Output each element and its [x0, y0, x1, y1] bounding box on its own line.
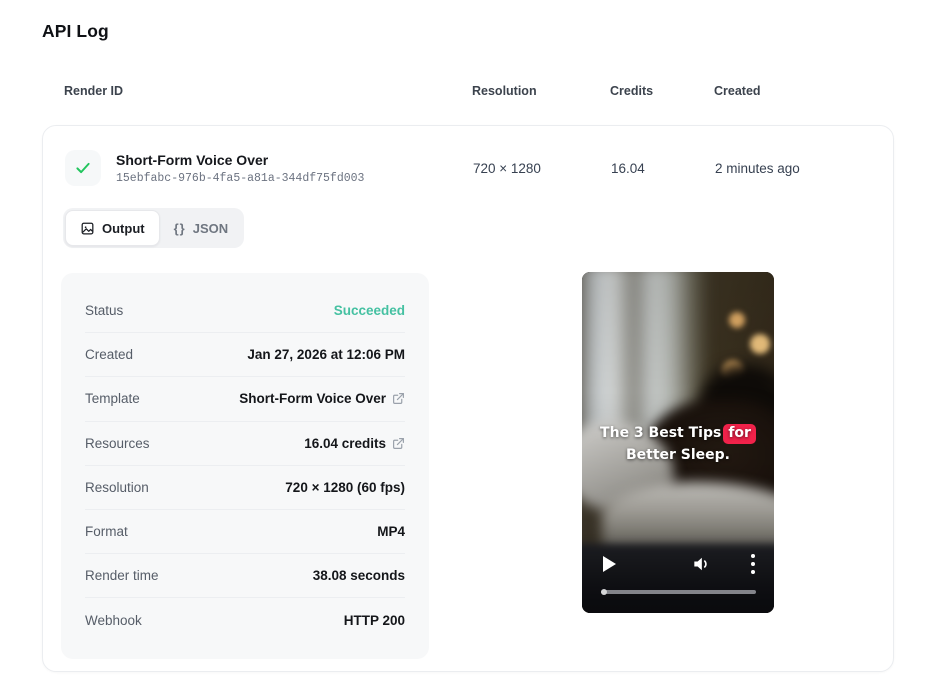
- detail-label: Template: [85, 391, 140, 407]
- col-header-credits: Credits: [610, 84, 654, 98]
- detail-row-template: Template Short-Form Voice Over: [85, 377, 405, 422]
- status-badge: Succeeded: [333, 303, 405, 319]
- page-title: API Log: [42, 21, 109, 41]
- more-options-icon[interactable]: [750, 554, 756, 574]
- cell-resolution: 720 × 1280: [473, 160, 541, 176]
- detail-label: Webhook: [85, 612, 142, 628]
- play-icon[interactable]: [603, 556, 616, 572]
- check-icon: [76, 162, 90, 174]
- render-log-card: Short-Form Voice Over 15ebfabc-976b-4fa5…: [42, 125, 894, 672]
- progress-knob[interactable]: [601, 589, 607, 595]
- render-details-panel: Status Succeeded Created Jan 27, 2026 at…: [61, 273, 429, 659]
- detail-value: Short-Form Voice Over: [239, 391, 386, 407]
- col-header-created: Created: [714, 84, 761, 98]
- render-id: 15ebfabc-976b-4fa5-a81a-344df75fd003: [116, 171, 365, 185]
- external-link-icon[interactable]: [392, 392, 405, 405]
- video-caption: The 3 Best Tips for Better Sleep.: [582, 422, 774, 467]
- detail-row-resources: Resources 16.04 credits: [85, 422, 405, 466]
- output-json-tab-group: Output {} JSON: [63, 208, 245, 248]
- resources-link[interactable]: 16.04 credits: [304, 436, 405, 451]
- detail-value: 16.04 credits: [304, 435, 386, 451]
- template-link[interactable]: Short-Form Voice Over: [239, 391, 405, 406]
- detail-label: Render time: [85, 568, 159, 584]
- external-link-icon[interactable]: [392, 437, 405, 450]
- video-preview[interactable]: The 3 Best Tips for Better Sleep.: [582, 272, 774, 613]
- cell-credits: 16.04: [611, 160, 645, 176]
- tab-json-label: JSON: [192, 220, 229, 236]
- tab-json[interactable]: {} JSON: [160, 210, 243, 246]
- detail-row-render-time: Render time 38.08 seconds: [85, 554, 405, 599]
- detail-row-created: Created Jan 27, 2026 at 12:06 PM: [85, 333, 405, 378]
- col-header-render-id: Render ID: [64, 84, 124, 98]
- render-title: Short-Form Voice Over: [116, 151, 269, 168]
- volume-icon[interactable]: [690, 554, 712, 574]
- caption-highlight: for: [723, 424, 756, 444]
- detail-row-format: Format MP4: [85, 510, 405, 555]
- tab-output[interactable]: Output: [65, 210, 160, 246]
- detail-value: Jan 27, 2026 at 12:06 PM: [247, 347, 405, 363]
- caption-line1: The 3 Best Tips: [600, 425, 722, 441]
- detail-row-status: Status Succeeded: [85, 289, 405, 334]
- detail-label: Format: [85, 524, 128, 540]
- table-header-row: Render ID Resolution Credits Created: [42, 82, 894, 100]
- detail-value: MP4: [377, 524, 405, 540]
- detail-label: Resources: [85, 435, 150, 451]
- detail-value: 720 × 1280 (60 fps): [285, 479, 405, 495]
- detail-label: Created: [85, 347, 134, 363]
- status-check-badge: [65, 150, 101, 186]
- detail-label: Resolution: [85, 479, 149, 495]
- detail-row-resolution: Resolution 720 × 1280 (60 fps): [85, 466, 405, 510]
- detail-label: Status: [85, 303, 124, 319]
- tab-output-label: Output: [102, 220, 145, 236]
- detail-row-webhook: Webhook HTTP 200: [85, 598, 405, 642]
- detail-value: HTTP 200: [343, 612, 405, 628]
- detail-value: 38.08 seconds: [312, 568, 405, 584]
- table-row[interactable]: Short-Form Voice Over 15ebfabc-976b-4fa5…: [43, 150, 893, 186]
- caption-line2: Better Sleep.: [625, 447, 731, 464]
- braces-icon: {}: [173, 220, 186, 236]
- video-progress-bar[interactable]: [601, 589, 756, 595]
- image-icon: [81, 222, 94, 234]
- cell-created: 2 minutes ago: [715, 160, 800, 176]
- video-controls: [582, 553, 774, 577]
- api-log-page: API Log Render ID Resolution Credits Cre…: [0, 0, 927, 679]
- col-header-resolution: Resolution: [472, 84, 537, 98]
